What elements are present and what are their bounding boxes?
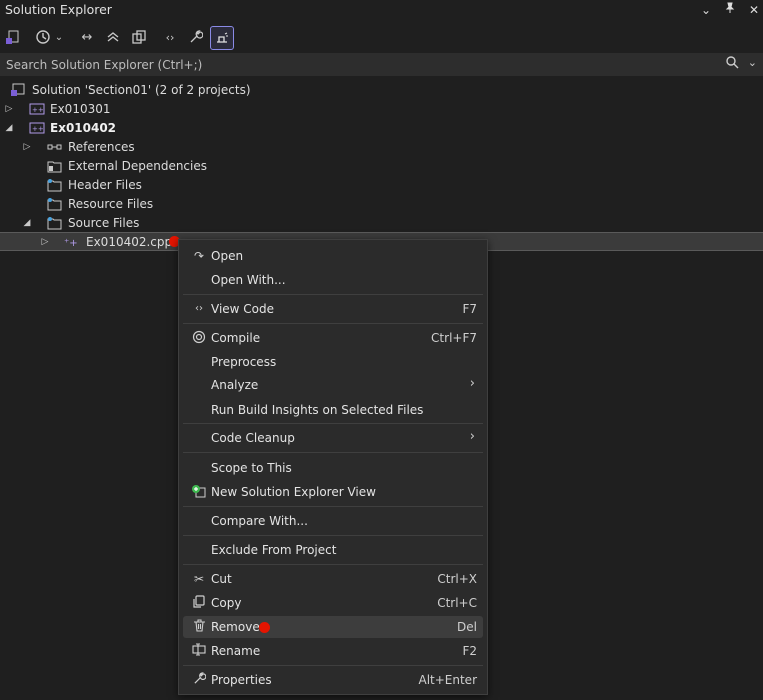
tree-item-project-ex010402[interactable]: ◢ ++ Ex010402: [0, 118, 763, 137]
header-files-label: Header Files: [68, 177, 142, 192]
menu-item-rename[interactable]: Rename F2: [183, 640, 483, 662]
close-icon[interactable]: ✕: [746, 2, 762, 18]
title-bar: Solution Explorer ⌄ ✕: [0, 0, 763, 20]
solution-icon: [10, 83, 26, 97]
search-input[interactable]: [0, 56, 698, 73]
scissors-icon: ✂: [193, 572, 205, 586]
cpp-project-icon: ++: [29, 102, 45, 116]
context-menu: ↷ Open Open With... ‹› View Code F7 Comp…: [178, 239, 488, 695]
window-title: Solution Explorer: [5, 2, 112, 17]
references-label: References: [68, 139, 135, 154]
code-icon: ‹›: [195, 303, 203, 314]
tree-item-project-ex010301[interactable]: ▷ ++ Ex010301: [0, 99, 763, 118]
copy-icon: [191, 595, 207, 611]
cpp-file-icon: ⁺+: [64, 235, 80, 249]
search-icon[interactable]: [726, 56, 739, 73]
collapse-arrow-icon[interactable]: ◢: [4, 123, 14, 133]
menu-item-cut[interactable]: ✂ Cut Ctrl+X: [183, 568, 483, 590]
menu-item-open-with[interactable]: Open With...: [183, 269, 483, 291]
tree-item-references[interactable]: ▷ References: [0, 137, 763, 156]
menu-item-view-code[interactable]: ‹› View Code F7: [183, 298, 483, 320]
menu-item-new-solution-explorer-view[interactable]: New Solution Explorer View: [183, 481, 483, 503]
solution-label: Solution 'Section01' (2 of 2 projects): [32, 82, 251, 97]
svg-text:++: ++: [32, 106, 44, 114]
toolbar: ⌄ ↔ ‹›: [0, 24, 763, 50]
wrench-icon: [191, 672, 207, 688]
cpp-project-icon: ++: [29, 121, 45, 135]
folder-icon: [47, 197, 63, 211]
folder-icon: [47, 216, 63, 230]
source-files-label: Source Files: [68, 215, 140, 230]
open-arrow-icon: ↷: [193, 249, 205, 263]
menu-item-compare-with[interactable]: Compare With...: [183, 510, 483, 532]
menu-item-analyze[interactable]: Analyze ›: [183, 374, 483, 396]
collapse-arrow-icon[interactable]: ◢: [22, 218, 32, 228]
menu-separator: [183, 323, 483, 324]
external-dependencies-label: External Dependencies: [68, 158, 208, 173]
switch-views-icon[interactable]: [2, 26, 24, 48]
new-view-icon: [191, 484, 207, 500]
menu-separator: [183, 564, 483, 565]
tree-item-header-files[interactable]: Header Files: [0, 175, 763, 194]
menu-item-exclude-from-project[interactable]: Exclude From Project: [183, 539, 483, 561]
view-code-icon[interactable]: ‹›: [159, 26, 181, 48]
preview-selected-icon[interactable]: [210, 26, 234, 50]
sync-icon[interactable]: ↔: [76, 26, 98, 48]
tree-item-solution[interactable]: Solution 'Section01' (2 of 2 projects): [0, 80, 763, 99]
compile-icon: [191, 330, 207, 346]
menu-separator: [183, 665, 483, 666]
svg-text:++: ++: [32, 125, 44, 133]
pin-icon[interactable]: [722, 2, 738, 18]
menu-item-scope-to-this[interactable]: Scope to This: [183, 457, 483, 479]
search-bar: ⌄: [0, 53, 763, 76]
menu-separator: [183, 535, 483, 536]
folder-icon: [47, 178, 63, 192]
expand-arrow-icon[interactable]: ▷: [22, 142, 32, 152]
tree-item-resource-files[interactable]: Resource Files: [0, 194, 763, 213]
chevron-right-icon: ›: [469, 429, 475, 444]
project-label: Ex010301: [50, 101, 111, 116]
svg-text:⁺+: ⁺+: [64, 238, 78, 249]
file-label: Ex010402.cpp: [86, 234, 173, 249]
menu-item-open[interactable]: ↷ Open: [183, 245, 483, 267]
show-all-files-icon[interactable]: [128, 26, 150, 48]
chevron-right-icon: ›: [469, 376, 475, 391]
annotation-marker: [259, 622, 270, 633]
references-icon: [47, 140, 63, 154]
menu-item-remove[interactable]: Remove Del: [183, 616, 483, 638]
menu-item-preprocess[interactable]: Preprocess: [183, 351, 483, 373]
history-icon[interactable]: [32, 26, 54, 48]
menu-item-properties[interactable]: Properties Alt+Enter: [183, 669, 483, 691]
resource-files-label: Resource Files: [68, 196, 154, 211]
menu-item-copy[interactable]: Copy Ctrl+C: [183, 592, 483, 614]
tree-item-source-files[interactable]: ◢ Source Files: [0, 213, 763, 232]
folder-icon: [47, 159, 63, 173]
menu-item-run-build-insights[interactable]: Run Build Insights on Selected Files: [183, 399, 483, 421]
expand-arrow-icon[interactable]: ▷: [4, 104, 14, 114]
rename-icon: [191, 643, 207, 659]
menu-separator: [183, 506, 483, 507]
trash-icon: [191, 619, 207, 635]
menu-item-compile[interactable]: Compile Ctrl+F7: [183, 327, 483, 349]
chevron-down-icon[interactable]: ⌄: [748, 56, 757, 69]
menu-separator: [183, 294, 483, 295]
properties-wrench-icon[interactable]: [185, 26, 207, 48]
tree-item-external-dependencies[interactable]: External Dependencies: [0, 156, 763, 175]
project-label: Ex010402: [50, 120, 117, 135]
menu-separator: [183, 423, 483, 424]
collapse-all-icon[interactable]: [102, 26, 124, 48]
chevron-down-icon[interactable]: ⌄: [698, 2, 714, 18]
menu-item-code-cleanup[interactable]: Code Cleanup ›: [183, 427, 483, 449]
menu-separator: [183, 452, 483, 453]
expand-arrow-icon[interactable]: ▷: [40, 237, 50, 247]
chevron-down-icon[interactable]: ⌄: [52, 26, 66, 48]
